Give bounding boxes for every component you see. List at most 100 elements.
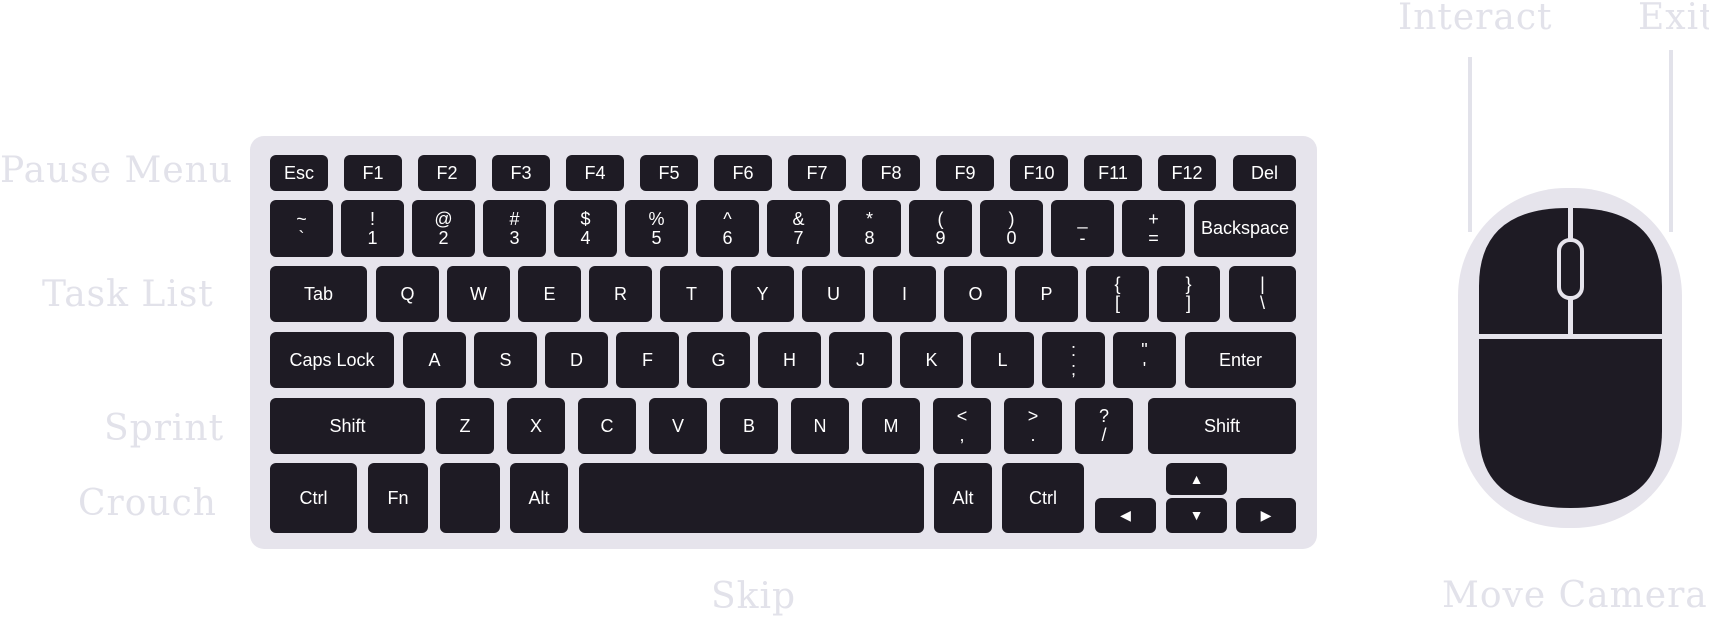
key-quote-base: ' <box>1142 359 1147 379</box>
key-backslash[interactable]: | \ <box>1229 266 1296 322</box>
key-space[interactable] <box>579 463 924 533</box>
key-del[interactable]: Del <box>1233 155 1296 191</box>
key-f4-label: F4 <box>584 162 606 183</box>
key-f[interactable]: F <box>616 332 679 388</box>
mouse-scroll-wheel[interactable] <box>1557 238 1584 300</box>
key-v[interactable]: V <box>649 398 707 454</box>
key-f1-label: F1 <box>362 162 384 183</box>
key-2[interactable]: @2 <box>412 200 475 257</box>
key-k-label: K <box>925 349 938 370</box>
key-right-ctrl[interactable]: Ctrl <box>1002 463 1084 533</box>
key-f10[interactable]: F10 <box>1010 155 1068 191</box>
key-f12[interactable]: F12 <box>1158 155 1216 191</box>
key-q[interactable]: Q <box>376 266 439 322</box>
key-z[interactable]: Z <box>436 398 494 454</box>
key-l[interactable]: L <box>971 332 1034 388</box>
key-m-label: M <box>883 415 899 436</box>
key-period-base: . <box>1030 425 1036 445</box>
key-left-shift[interactable]: Shift <box>270 398 425 454</box>
key-7[interactable]: & 7 <box>767 200 830 257</box>
key-backtick[interactable]: ~ ` <box>270 200 333 257</box>
key-5-base: 5 <box>651 227 662 248</box>
key-1[interactable]: ! 1 <box>341 200 404 257</box>
key-right-shift[interactable]: Shift <box>1148 398 1296 454</box>
key-tab[interactable]: Tab <box>270 266 367 322</box>
arrow-left-icon: ◀ <box>1120 507 1131 524</box>
key-x[interactable]: X <box>507 398 565 454</box>
key-comma[interactable]: <, <box>933 398 991 454</box>
key-quote[interactable]: " ' <box>1113 332 1176 388</box>
key-o[interactable]: O <box>944 266 1007 322</box>
key-h[interactable]: H <box>758 332 821 388</box>
key-9-shift: ( <box>937 208 944 229</box>
label-exit: Exit <box>1638 0 1709 38</box>
key-w[interactable]: W <box>447 266 510 322</box>
key-t[interactable]: T <box>660 266 723 322</box>
key-f5[interactable]: F5 <box>640 155 698 191</box>
key-8[interactable]: * 8 <box>838 200 901 257</box>
key-6[interactable]: ^ 6 <box>696 200 759 257</box>
key-backspace[interactable]: Backspace <box>1194 200 1296 257</box>
key-slash[interactable]: ? / <box>1075 398 1133 454</box>
arrow-right-icon: ▶ <box>1260 507 1272 524</box>
key-arrow-down[interactable]: ▼ <box>1166 498 1227 533</box>
key-k[interactable]: K <box>900 332 963 388</box>
key-c[interactable]: C <box>578 398 636 454</box>
key-minus[interactable]: _ - <box>1051 200 1114 257</box>
key-f8[interactable]: F8 <box>862 155 920 191</box>
key-arrow-right[interactable]: ▶ <box>1236 498 1296 533</box>
key-enter[interactable]: Enter <box>1185 332 1296 388</box>
key-j[interactable]: J <box>829 332 892 388</box>
key-9[interactable]: (9 <box>909 200 972 257</box>
key-semicolon[interactable]: :; <box>1042 332 1105 388</box>
key-r[interactable]: R <box>589 266 652 322</box>
key-p[interactable]: P <box>1015 266 1078 322</box>
key-f11[interactable]: F11 <box>1084 155 1142 191</box>
key-semicolon-base: ; <box>1070 359 1076 379</box>
key-caps-lock[interactable]: Caps Lock <box>270 332 394 388</box>
key-left-alt[interactable]: Alt <box>510 463 568 533</box>
key-comma-shift: < <box>956 406 968 427</box>
key-e-label: E <box>543 283 556 304</box>
key-e[interactable]: E <box>518 266 581 322</box>
key-blank[interactable] <box>440 463 500 533</box>
key-y[interactable]: Y <box>731 266 794 322</box>
key-f7[interactable]: F7 <box>788 155 846 191</box>
key-3[interactable]: #3 <box>483 200 546 257</box>
key-arrow-up[interactable]: ▲ <box>1166 463 1227 495</box>
key-u[interactable]: U <box>802 266 865 322</box>
key-8-shift: * <box>865 208 873 229</box>
mouse-body[interactable] <box>1479 339 1662 508</box>
key-arrow-left[interactable]: ◀ <box>1095 498 1156 533</box>
key-f4[interactable]: F4 <box>566 155 624 191</box>
key-0[interactable]: ) 0 <box>980 200 1043 257</box>
key-f2[interactable]: F2 <box>418 155 476 191</box>
key-4[interactable]: $4 <box>554 200 617 257</box>
key-right-alt[interactable]: Alt <box>934 463 992 533</box>
key-left-ctrl[interactable]: Ctrl <box>270 463 357 533</box>
key-f1[interactable]: F1 <box>344 155 402 191</box>
key-d[interactable]: D <box>545 332 608 388</box>
key-esc[interactable]: Esc <box>270 155 328 191</box>
key-right-bracket[interactable]: }] <box>1157 266 1220 322</box>
key-i[interactable]: I <box>873 266 936 322</box>
key-equals[interactable]: + = <box>1122 200 1185 257</box>
key-f9[interactable]: F9 <box>936 155 994 191</box>
key-period[interactable]: >. <box>1004 398 1062 454</box>
key-n[interactable]: N <box>791 398 849 454</box>
key-right-alt-label: Alt <box>952 487 974 508</box>
key-f3[interactable]: F3 <box>492 155 550 191</box>
key-left-bracket[interactable]: {[ <box>1086 266 1149 322</box>
key-p-label: P <box>1040 283 1053 304</box>
key-g[interactable]: G <box>687 332 750 388</box>
key-n-label: N <box>813 415 827 436</box>
key-a[interactable]: A <box>403 332 466 388</box>
key-5[interactable]: % 5 <box>625 200 688 257</box>
key-b[interactable]: B <box>720 398 778 454</box>
key-f6[interactable]: F6 <box>714 155 772 191</box>
key-s[interactable]: S <box>474 332 537 388</box>
key-m[interactable]: M <box>862 398 920 454</box>
key-fn[interactable]: Fn <box>368 463 428 533</box>
key-backtick-base: ` <box>298 227 305 248</box>
key-backspace-label: Backspace <box>1200 218 1290 239</box>
